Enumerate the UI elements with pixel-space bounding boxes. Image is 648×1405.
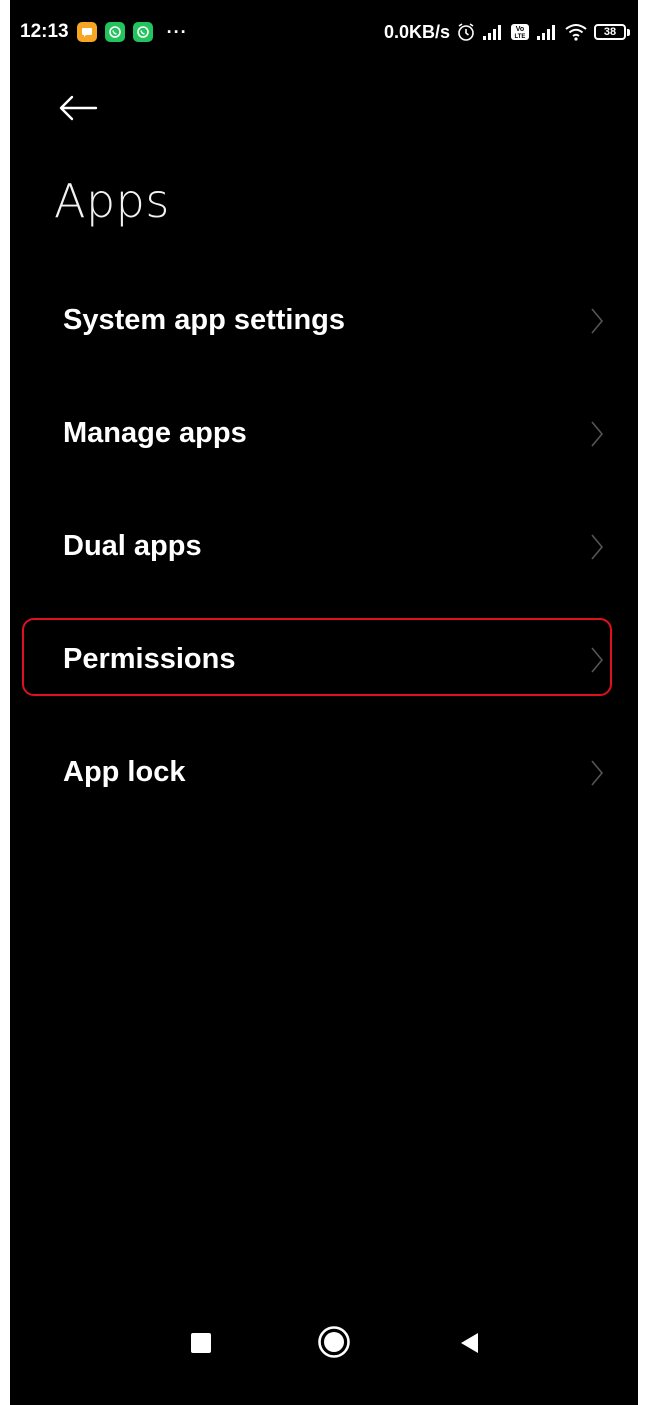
battery-icon: 38 (594, 24, 630, 40)
apps-settings-screen: 12:13 ··· 0.0KB/s Vo LTE 38 Apps System … (10, 0, 638, 1405)
more-notifications-icon: ··· (166, 21, 188, 42)
menu-item-label: App lock (63, 756, 186, 788)
chevron-right-icon (591, 759, 604, 786)
status-bar: 12:13 ··· 0.0KB/s Vo LTE 38 (10, 0, 638, 64)
battery-tip (627, 28, 630, 36)
menu-item-label: Dual apps (63, 530, 202, 562)
system-nav-bar (10, 1318, 638, 1368)
menu-item-permissions[interactable]: Permissions (10, 603, 638, 716)
back-button[interactable] (58, 88, 106, 128)
menu-item-system-app-settings[interactable]: System app settings (10, 264, 638, 377)
signal-icon (482, 23, 504, 41)
message-app-icon (76, 22, 97, 42)
recents-icon (191, 1333, 211, 1353)
menu-item-label: System app settings (63, 304, 346, 336)
status-bar-left: 12:13 ··· (10, 21, 188, 43)
page-title: Apps (54, 174, 170, 228)
whatsapp-icon (104, 22, 125, 42)
chevron-right-icon (591, 646, 604, 673)
nav-back-button[interactable] (454, 1328, 484, 1358)
back-triangle-icon (461, 1333, 478, 1353)
chevron-right-icon (591, 307, 604, 334)
volte-icon: Vo LTE (510, 23, 530, 41)
home-icon (318, 1326, 350, 1358)
wifi-icon (564, 22, 588, 42)
status-bar-right: 0.0KB/s Vo LTE 38 (384, 22, 638, 43)
menu-item-manage-apps[interactable]: Manage apps (10, 377, 638, 490)
whatsapp-icon (132, 22, 153, 42)
menu-item-label: Manage apps (63, 417, 247, 449)
menu-item-app-lock[interactable]: App lock (10, 716, 638, 829)
home-button[interactable] (316, 1324, 352, 1360)
clock: 12:13 (20, 21, 69, 42)
alarm-icon (456, 22, 476, 42)
recents-button[interactable] (186, 1328, 216, 1358)
apps-menu-list: System app settings Manage apps Dual app… (10, 264, 638, 829)
svg-text:Vo: Vo (516, 26, 524, 33)
signal-icon (536, 23, 558, 41)
chevron-right-icon (591, 533, 604, 560)
battery-level: 38 (594, 24, 626, 40)
menu-item-label: Permissions (63, 643, 236, 675)
chevron-right-icon (591, 420, 604, 447)
menu-item-dual-apps[interactable]: Dual apps (10, 490, 638, 603)
network-speed: 0.0KB/s (383, 21, 450, 42)
back-arrow-icon (59, 95, 98, 121)
svg-text:LTE: LTE (515, 34, 526, 40)
